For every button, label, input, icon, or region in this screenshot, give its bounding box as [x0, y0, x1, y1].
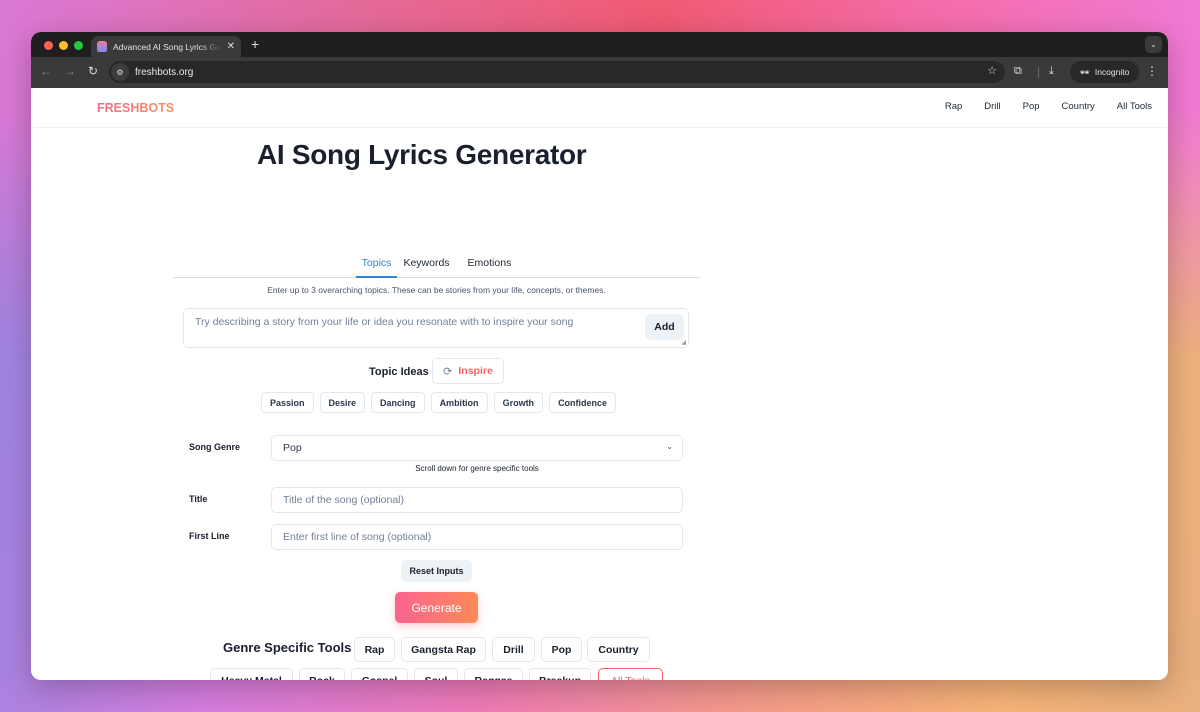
forward-icon[interactable]: → [64, 64, 76, 78]
extensions-icon[interactable]: ⧉ [1014, 65, 1022, 78]
genre-tool-all-tools[interactable]: All Tools [598, 668, 663, 680]
title-placeholder: Title of the song (optional) [283, 494, 405, 506]
genre-tool-reggae[interactable]: Reggae [464, 668, 523, 680]
topic-ideas-label: Topic Ideas [369, 366, 429, 378]
title-label: Title [189, 494, 208, 504]
web-page: FRESHBOTS Rap Drill Pop Country All Tool… [31, 88, 1168, 680]
tab-keywords[interactable]: Keywords [397, 251, 455, 278]
address-bar[interactable]: ⚙ freshbots.org ☆ [109, 61, 1005, 83]
genre-tool-breakup[interactable]: Breakup [529, 668, 591, 680]
nav-link-country[interactable]: Country [1062, 101, 1095, 112]
tab-search-button[interactable]: ⌄ [1145, 36, 1162, 53]
first-line-label: First Line [189, 531, 230, 541]
first-line-placeholder: Enter first line of song (optional) [283, 531, 432, 543]
window-controls [44, 41, 83, 50]
topic-chip-desire[interactable]: Desire [319, 392, 366, 413]
genre-tool-rap[interactable]: Rap [354, 637, 395, 662]
topic-ideas-chips: Passion Desire Dancing Ambition Growth C… [261, 392, 617, 413]
tab-strip: Advanced AI Song Lyrics Generator ✕ + ⌄ [31, 32, 1168, 57]
back-icon[interactable]: ← [40, 64, 52, 78]
incognito-profile-button[interactable]: 🕶 Incognito [1070, 61, 1139, 83]
topic-chip-growth[interactable]: Growth [493, 392, 544, 413]
bookmark-star-icon[interactable]: ☆ [987, 64, 997, 77]
minimize-window-button[interactable] [59, 41, 68, 50]
title-input[interactable]: Title of the song (optional) [271, 487, 683, 513]
download-icon[interactable]: ⤓ [1049, 65, 1054, 78]
refresh-icon: ⟳ [443, 365, 453, 378]
topic-chip-confidence[interactable]: Confidence [549, 392, 617, 413]
inspire-label: Inspire [458, 365, 493, 377]
first-line-input[interactable]: Enter first line of song (optional) [271, 524, 683, 550]
browser-toolbar: ← → ↻ ⚙ freshbots.org ☆ ⧉ ⤓ 🕶 Incognito … [31, 57, 1168, 88]
resize-grip-icon[interactable]: ◢ [681, 339, 686, 346]
favicon-icon [97, 41, 107, 52]
topic-chip-passion[interactable]: Passion [261, 392, 314, 413]
genre-tools-heading: Genre Specific Tools [223, 640, 352, 655]
reload-icon[interactable]: ↻ [88, 64, 98, 78]
genre-tool-gangsta-rap[interactable]: Gangsta Rap [401, 637, 486, 662]
site-nav: Rap Drill Pop Country All Tools [923, 101, 1152, 112]
generate-button[interactable]: Generate [395, 592, 478, 623]
genre-scroll-note: Scroll down for genre specific tools [415, 464, 539, 473]
toolbar-divider [1038, 67, 1039, 78]
genre-tool-soul[interactable]: Soul [414, 668, 458, 680]
incognito-icon: 🕶 [1079, 67, 1090, 77]
genre-tool-heavy-metal[interactable]: Heavy Metal [210, 668, 293, 680]
topics-helper-text: Enter up to 3 overarching topics. These … [267, 285, 606, 295]
song-genre-value: Pop [283, 442, 302, 454]
topic-chip-ambition[interactable]: Ambition [430, 392, 488, 413]
site-logo[interactable]: FRESHBOTS [97, 101, 174, 115]
song-genre-label: Song Genre [189, 442, 241, 452]
tab-emotions[interactable]: Emotions [462, 251, 518, 278]
browser-window: Advanced AI Song Lyrics Generator ✕ + ⌄ … [31, 32, 1168, 680]
incognito-label: Incognito [1094, 67, 1130, 77]
inspire-button[interactable]: ⟳ Inspire [432, 358, 504, 384]
browser-menu-icon[interactable]: ⋮ [1146, 64, 1158, 78]
url-text[interactable]: freshbots.org [135, 67, 193, 78]
genre-tool-pop[interactable]: Pop [541, 637, 582, 662]
add-topic-button[interactable]: Add [645, 314, 684, 340]
genre-tool-rock[interactable]: Rock [299, 668, 345, 680]
page-title: AI Song Lyrics Generator [257, 139, 587, 170]
close-tab-icon[interactable]: ✕ [227, 41, 235, 52]
topic-chip-dancing[interactable]: Dancing [371, 392, 425, 413]
tab-title: Advanced AI Song Lyrics Generator [113, 41, 221, 52]
site-info-icon[interactable]: ⚙ [111, 63, 129, 81]
nav-link-drill[interactable]: Drill [984, 101, 1000, 112]
site-header: FRESHBOTS Rap Drill Pop Country All Tool… [31, 88, 1168, 128]
nav-link-rap[interactable]: Rap [945, 101, 962, 112]
genre-tool-country[interactable]: Country [587, 637, 650, 662]
song-genre-select[interactable]: Pop ⌄ [271, 435, 683, 461]
reset-inputs-button[interactable]: Reset Inputs [401, 560, 472, 582]
topic-input-placeholder: Try describing a story from your life or… [195, 316, 574, 328]
maximize-window-button[interactable] [74, 41, 83, 50]
input-mode-tabs: Topics Keywords Emotions [173, 251, 700, 278]
nav-link-all-tools[interactable]: All Tools [1117, 101, 1152, 112]
close-window-button[interactable] [44, 41, 53, 50]
browser-tab-active[interactable]: Advanced AI Song Lyrics Generator ✕ [91, 36, 241, 57]
new-tab-button[interactable]: + [251, 36, 259, 52]
genre-tool-drill[interactable]: Drill [492, 637, 535, 662]
nav-link-pop[interactable]: Pop [1023, 101, 1040, 112]
genre-tool-gospel[interactable]: Gospel [351, 668, 408, 680]
chevron-down-icon: ⌄ [666, 442, 673, 451]
topic-input[interactable]: Try describing a story from your life or… [183, 308, 689, 348]
tab-topics[interactable]: Topics [355, 251, 398, 278]
